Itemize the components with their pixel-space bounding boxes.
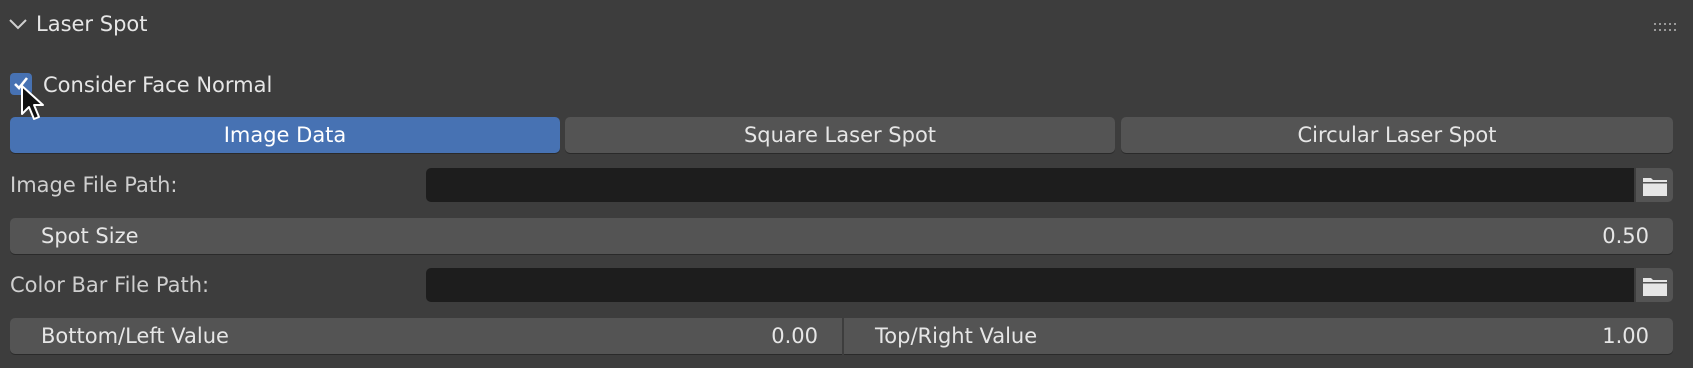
panel-header[interactable]: Laser Spot — [0, 0, 1693, 48]
consider-face-normal-label: Consider Face Normal — [43, 73, 273, 97]
bottom-left-value-label: Bottom/Left Value — [41, 324, 229, 348]
spot-size-value: 0.50 — [1602, 224, 1649, 248]
bottom-left-value: 0.00 — [771, 324, 818, 348]
tab-square-laser-spot[interactable]: Square Laser Spot — [565, 117, 1115, 153]
laser-spot-panel: Laser Spot Consider Face Normal Image Da… — [0, 0, 1693, 368]
color-bar-file-path-label: Color Bar File Path: — [10, 273, 210, 297]
image-file-path-input[interactable] — [426, 168, 1634, 202]
tab-circular-laser-spot[interactable]: Circular Laser Spot — [1121, 117, 1673, 153]
top-right-value-field[interactable]: Top/Right Value 1.00 — [844, 318, 1673, 354]
spot-size-field[interactable]: Spot Size 0.50 — [10, 218, 1673, 254]
chevron-down-icon[interactable] — [8, 14, 28, 34]
folder-icon — [1643, 278, 1667, 296]
image-file-path-label: Image File Path: — [10, 173, 178, 197]
color-bar-file-browse-button[interactable] — [1636, 268, 1673, 302]
color-bar-file-path-input[interactable] — [426, 268, 1634, 302]
image-file-browse-button[interactable] — [1636, 168, 1673, 202]
spot-size-label: Spot Size — [41, 224, 139, 248]
folder-icon — [1643, 178, 1667, 196]
panel-title: Laser Spot — [36, 12, 148, 36]
mouse-cursor-icon — [21, 85, 44, 120]
bottom-left-value-field[interactable]: Bottom/Left Value 0.00 — [10, 318, 842, 354]
drag-grip-icon[interactable] — [1654, 18, 1680, 31]
top-right-value: 1.00 — [1602, 324, 1649, 348]
top-right-value-label: Top/Right Value — [875, 324, 1038, 348]
mode-tabs: Image Data Square Laser Spot Circular La… — [10, 117, 1673, 154]
tab-image-data[interactable]: Image Data — [10, 117, 560, 153]
